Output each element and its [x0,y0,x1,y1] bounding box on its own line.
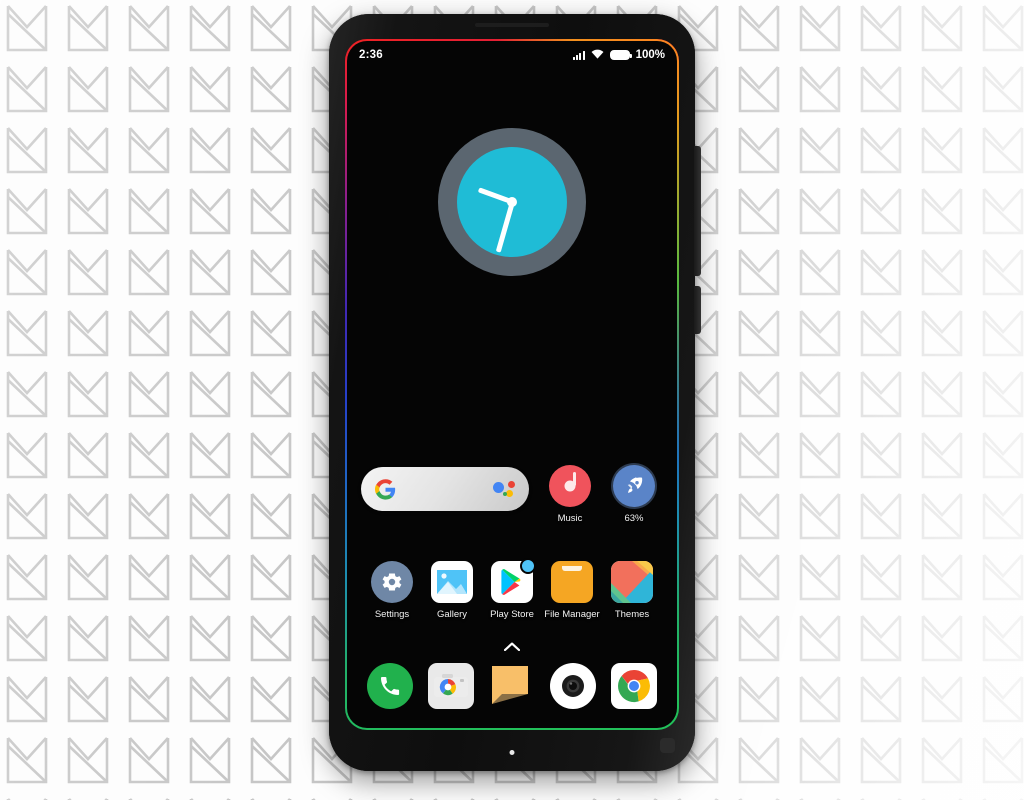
camera-lens-icon[interactable] [550,663,596,709]
folder-icon[interactable] [551,561,593,603]
dock [347,663,677,709]
app-file-manager[interactable]: File Manager [544,561,600,620]
chevron-up-icon[interactable] [503,638,521,652]
themes-icon[interactable] [611,561,653,603]
app-themes[interactable]: Themes [605,561,659,620]
music-note-icon[interactable] [549,465,591,507]
chin-sensor [660,738,675,753]
app-label: Themes [614,609,650,620]
gear-icon[interactable] [371,561,413,603]
clock-minute-hand [495,201,515,253]
clock-center-pin [507,197,517,207]
chrome-icon[interactable] [611,663,657,709]
app-grid: Settings Gallery Play Store File Manager… [347,558,677,620]
photo-icon[interactable] [431,561,473,603]
signal-icon [573,50,585,60]
rocket-booster-icon[interactable] [613,465,655,507]
analog-clock-widget[interactable] [438,128,586,276]
status-bar-clock: 2:36 [359,49,383,61]
app-gallery[interactable]: Gallery [425,561,479,620]
search-input[interactable] [361,467,529,511]
app-label: Play Store [490,609,534,620]
volume-rocker-button[interactable] [694,146,701,276]
phone-screen[interactable]: 2:36 100% Music 63% Settings Gallery Pla… [347,41,677,728]
home-shortcut-label: Music [557,513,583,524]
notification-badge-icon [520,558,536,574]
status-bar-icons: 100% [573,46,665,64]
camera-icon[interactable] [428,663,474,709]
app-label: File Manager [544,609,600,620]
front-camera-icon [509,750,515,755]
battery-icon [609,50,632,60]
google-g-icon [375,478,396,500]
earpiece-speaker [475,23,549,27]
app-label: Settings [374,609,410,620]
home-shortcut-booster[interactable]: 63% [605,465,663,524]
power-button[interactable] [694,286,701,334]
wifi-icon [591,46,604,64]
play-store-icon[interactable] [491,558,536,603]
app-settings[interactable]: Settings [365,561,419,620]
message-bubble-icon[interactable] [489,663,535,709]
search-and-shortcut-row: Music 63% [347,465,677,539]
status-bar: 2:36 100% [347,41,677,69]
screen-edge-light: 2:36 100% Music 63% Settings Gallery Pla… [345,39,679,730]
phone-device: 2:36 100% Music 63% Settings Gallery Pla… [329,14,701,771]
home-shortcut-music[interactable]: Music [541,465,599,524]
google-assistant-icon[interactable] [493,481,515,497]
app-play-store[interactable]: Play Store [485,558,539,620]
app-label: Gallery [436,609,468,620]
clock-face [457,147,567,257]
battery-percent-label: 100% [635,49,665,61]
phone-icon[interactable] [367,663,413,709]
home-shortcut-label: 63% [624,513,644,524]
